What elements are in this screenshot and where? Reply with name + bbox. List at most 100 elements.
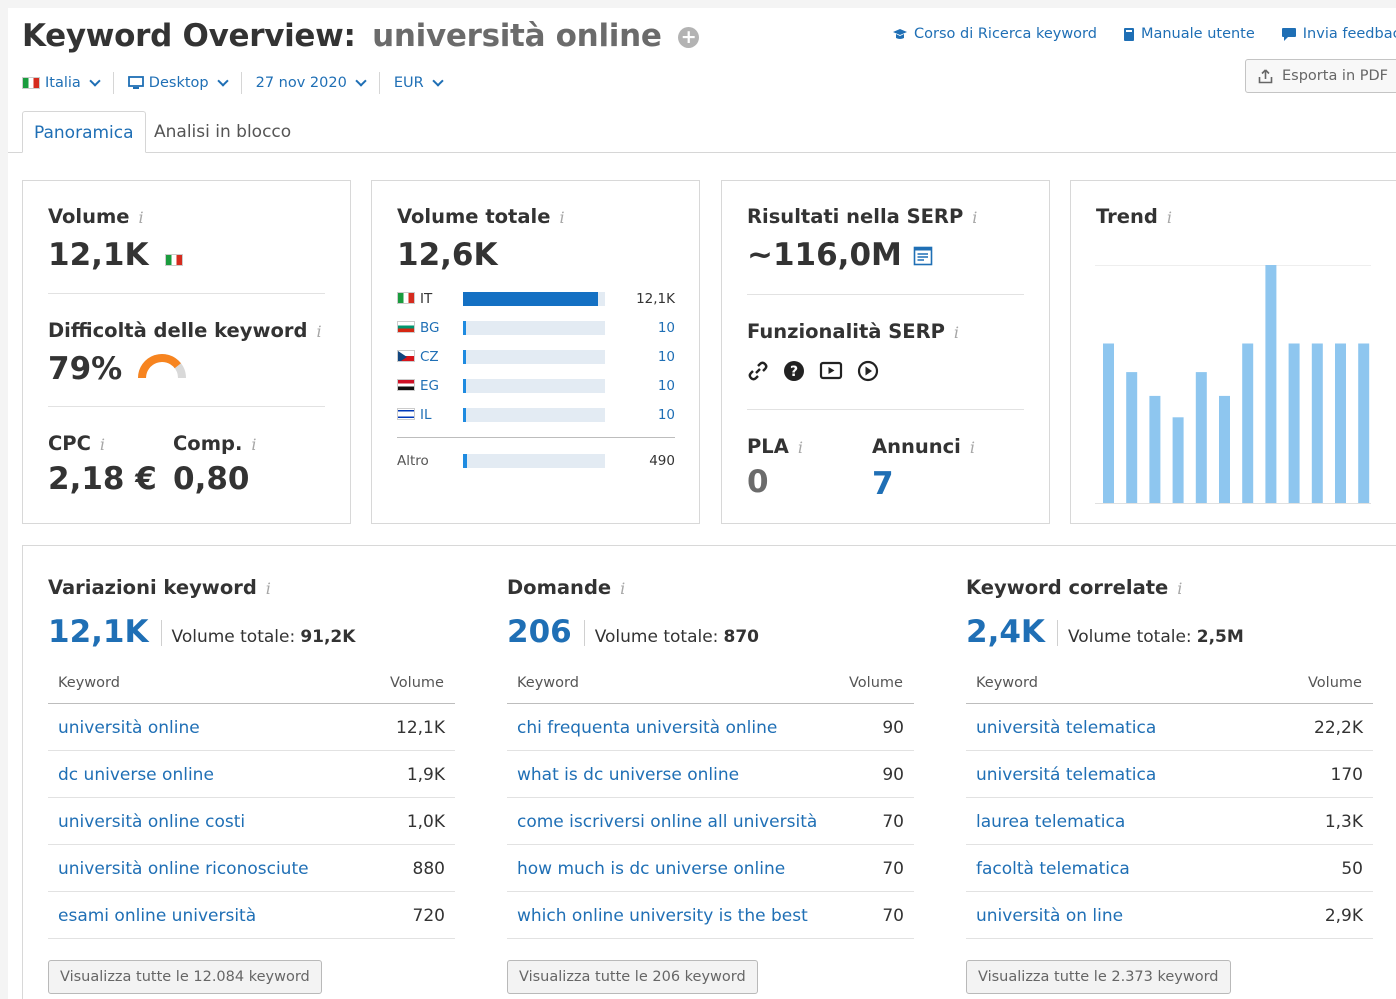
country-selector[interactable]: Italia xyxy=(22,72,114,94)
view-all-button[interactable]: Visualizza tutte le 206 keyword xyxy=(507,960,758,994)
divider xyxy=(507,750,914,751)
cpc-label: CPC xyxy=(48,432,91,455)
view-all-button[interactable]: Visualizza tutte le 2.373 keyword xyxy=(966,960,1231,994)
trend-bar[interactable] xyxy=(1335,343,1346,504)
trend-bar[interactable] xyxy=(1103,343,1114,504)
italy-flag-icon xyxy=(397,292,415,304)
divider xyxy=(507,938,914,939)
trend-bar[interactable] xyxy=(1242,343,1254,504)
trend-bar[interactable] xyxy=(1172,417,1184,503)
info-icon[interactable]: i xyxy=(798,438,803,457)
section-summary: 12,1K Volume totale: 91,2K xyxy=(48,614,355,650)
trend-bar[interactable] xyxy=(1195,372,1207,503)
volume-title: Volume i xyxy=(48,205,144,228)
info-icon[interactable]: i xyxy=(620,579,625,598)
cpc-value: 2,18 € xyxy=(48,461,157,497)
divider xyxy=(48,938,455,939)
comp-title: Comp. i xyxy=(173,432,257,455)
tab-panoramica[interactable]: Panoramica xyxy=(22,111,146,153)
total-volume-label: Volume totale: xyxy=(171,627,296,647)
divider xyxy=(48,844,455,845)
keyword-link[interactable]: chi frequenta università online xyxy=(517,718,777,738)
section-title-label: Domande xyxy=(507,576,612,599)
country-row-cz[interactable]: CZ 10 xyxy=(397,347,675,367)
italy-flag-icon xyxy=(22,77,40,89)
section-count[interactable]: 206 xyxy=(507,614,572,650)
ads-value[interactable]: 7 xyxy=(872,466,894,502)
divider xyxy=(747,409,1024,410)
keyword-link[interactable]: università on line xyxy=(976,906,1123,926)
date-selector[interactable]: 27 nov 2020 xyxy=(242,72,380,94)
divider xyxy=(507,703,914,704)
device-selector[interactable]: Desktop xyxy=(114,72,242,94)
divider xyxy=(966,750,1373,751)
play-icon[interactable] xyxy=(857,360,879,382)
difficulty-gauge-icon xyxy=(138,354,186,379)
info-icon[interactable]: i xyxy=(139,208,144,227)
trend-bar[interactable] xyxy=(1149,395,1161,503)
manual-link[interactable]: Manuale utente xyxy=(1123,26,1255,42)
divider xyxy=(48,797,455,798)
trend-bar[interactable] xyxy=(1219,395,1230,503)
keyword-link[interactable]: facoltà telematica xyxy=(976,859,1130,879)
serp-snapshot-icon[interactable] xyxy=(913,246,933,266)
keyword-overview-page: Keyword Overview: università online + Co… xyxy=(8,8,1396,999)
trend-bar[interactable] xyxy=(1358,343,1370,504)
keyword-link[interactable]: laurea telematica xyxy=(976,812,1125,832)
total-volume-label: Volume totale: xyxy=(594,627,719,647)
country-bar-fill xyxy=(463,408,466,422)
keyword-volume: 70 xyxy=(882,812,904,832)
divider xyxy=(966,938,1373,939)
keyword-link[interactable]: università telematica xyxy=(976,718,1156,738)
export-pdf-button[interactable]: Esporta in PDF xyxy=(1245,59,1396,93)
trend-bar[interactable] xyxy=(1265,265,1277,503)
keyword-link[interactable]: università online costi xyxy=(58,812,245,832)
info-icon[interactable]: i xyxy=(559,208,564,227)
info-icon[interactable]: i xyxy=(316,322,321,341)
info-icon[interactable]: i xyxy=(970,438,975,457)
trend-bar[interactable] xyxy=(1126,372,1138,503)
currency-selector[interactable]: EUR xyxy=(380,72,456,94)
info-icon[interactable]: i xyxy=(251,435,256,454)
country-bar-fill xyxy=(463,350,466,364)
keyword-link[interactable]: università online xyxy=(58,718,200,738)
keyword-link[interactable]: universitá telematica xyxy=(976,765,1156,785)
speech-bubble-icon xyxy=(1281,27,1296,41)
info-icon[interactable]: i xyxy=(1177,579,1182,598)
info-icon[interactable]: i xyxy=(972,208,977,227)
keyword-link[interactable]: come iscriversi online all università xyxy=(517,812,817,832)
course-link[interactable]: Corso di Ricerca keyword xyxy=(892,26,1097,42)
info-icon[interactable]: i xyxy=(266,579,271,598)
serp-results-label: Risultati nella SERP xyxy=(747,205,964,228)
keyword-link[interactable]: dc universe online xyxy=(58,765,214,785)
video-icon[interactable] xyxy=(819,360,843,382)
keyword-volume: 90 xyxy=(882,765,904,785)
keyword-link[interactable]: which online university is the best xyxy=(517,906,808,926)
bulgaria-flag-icon xyxy=(397,321,415,333)
country-row-eg[interactable]: EG 10 xyxy=(397,376,675,396)
keyword-link[interactable]: how much is dc universe online xyxy=(517,859,785,879)
country-row-il[interactable]: IL 10 xyxy=(397,405,675,425)
country-code: CZ xyxy=(420,349,439,365)
keyword-link[interactable]: università online riconosciute xyxy=(58,859,309,879)
section-count[interactable]: 12,1K xyxy=(48,614,149,650)
info-icon[interactable]: i xyxy=(954,323,959,342)
add-keyword-icon[interactable]: + xyxy=(678,27,700,48)
other-label: Altro xyxy=(397,453,429,469)
info-icon[interactable]: i xyxy=(100,435,105,454)
feedback-link[interactable]: Invia feedback xyxy=(1281,26,1396,42)
keyword-link[interactable]: what is dc universe online xyxy=(517,765,739,785)
view-all-button[interactable]: Visualizza tutte le 12.084 keyword xyxy=(48,960,322,994)
section-count[interactable]: 2,4K xyxy=(966,614,1045,650)
question-icon[interactable]: ? xyxy=(783,360,805,382)
trend-bar[interactable] xyxy=(1288,343,1300,504)
pla-value: 0 xyxy=(747,464,769,500)
trend-bar[interactable] xyxy=(1311,343,1323,504)
serp-feature-icons: ? xyxy=(747,360,879,382)
tab-bar: Panoramica Analisi in blocco xyxy=(8,111,1396,153)
divider xyxy=(48,891,455,892)
tab-bulk-analysis[interactable]: Analisi in blocco xyxy=(143,111,302,153)
country-row-bg[interactable]: BG 10 xyxy=(397,318,675,338)
link-icon[interactable] xyxy=(747,360,769,382)
keyword-link[interactable]: esami online università xyxy=(58,906,256,926)
